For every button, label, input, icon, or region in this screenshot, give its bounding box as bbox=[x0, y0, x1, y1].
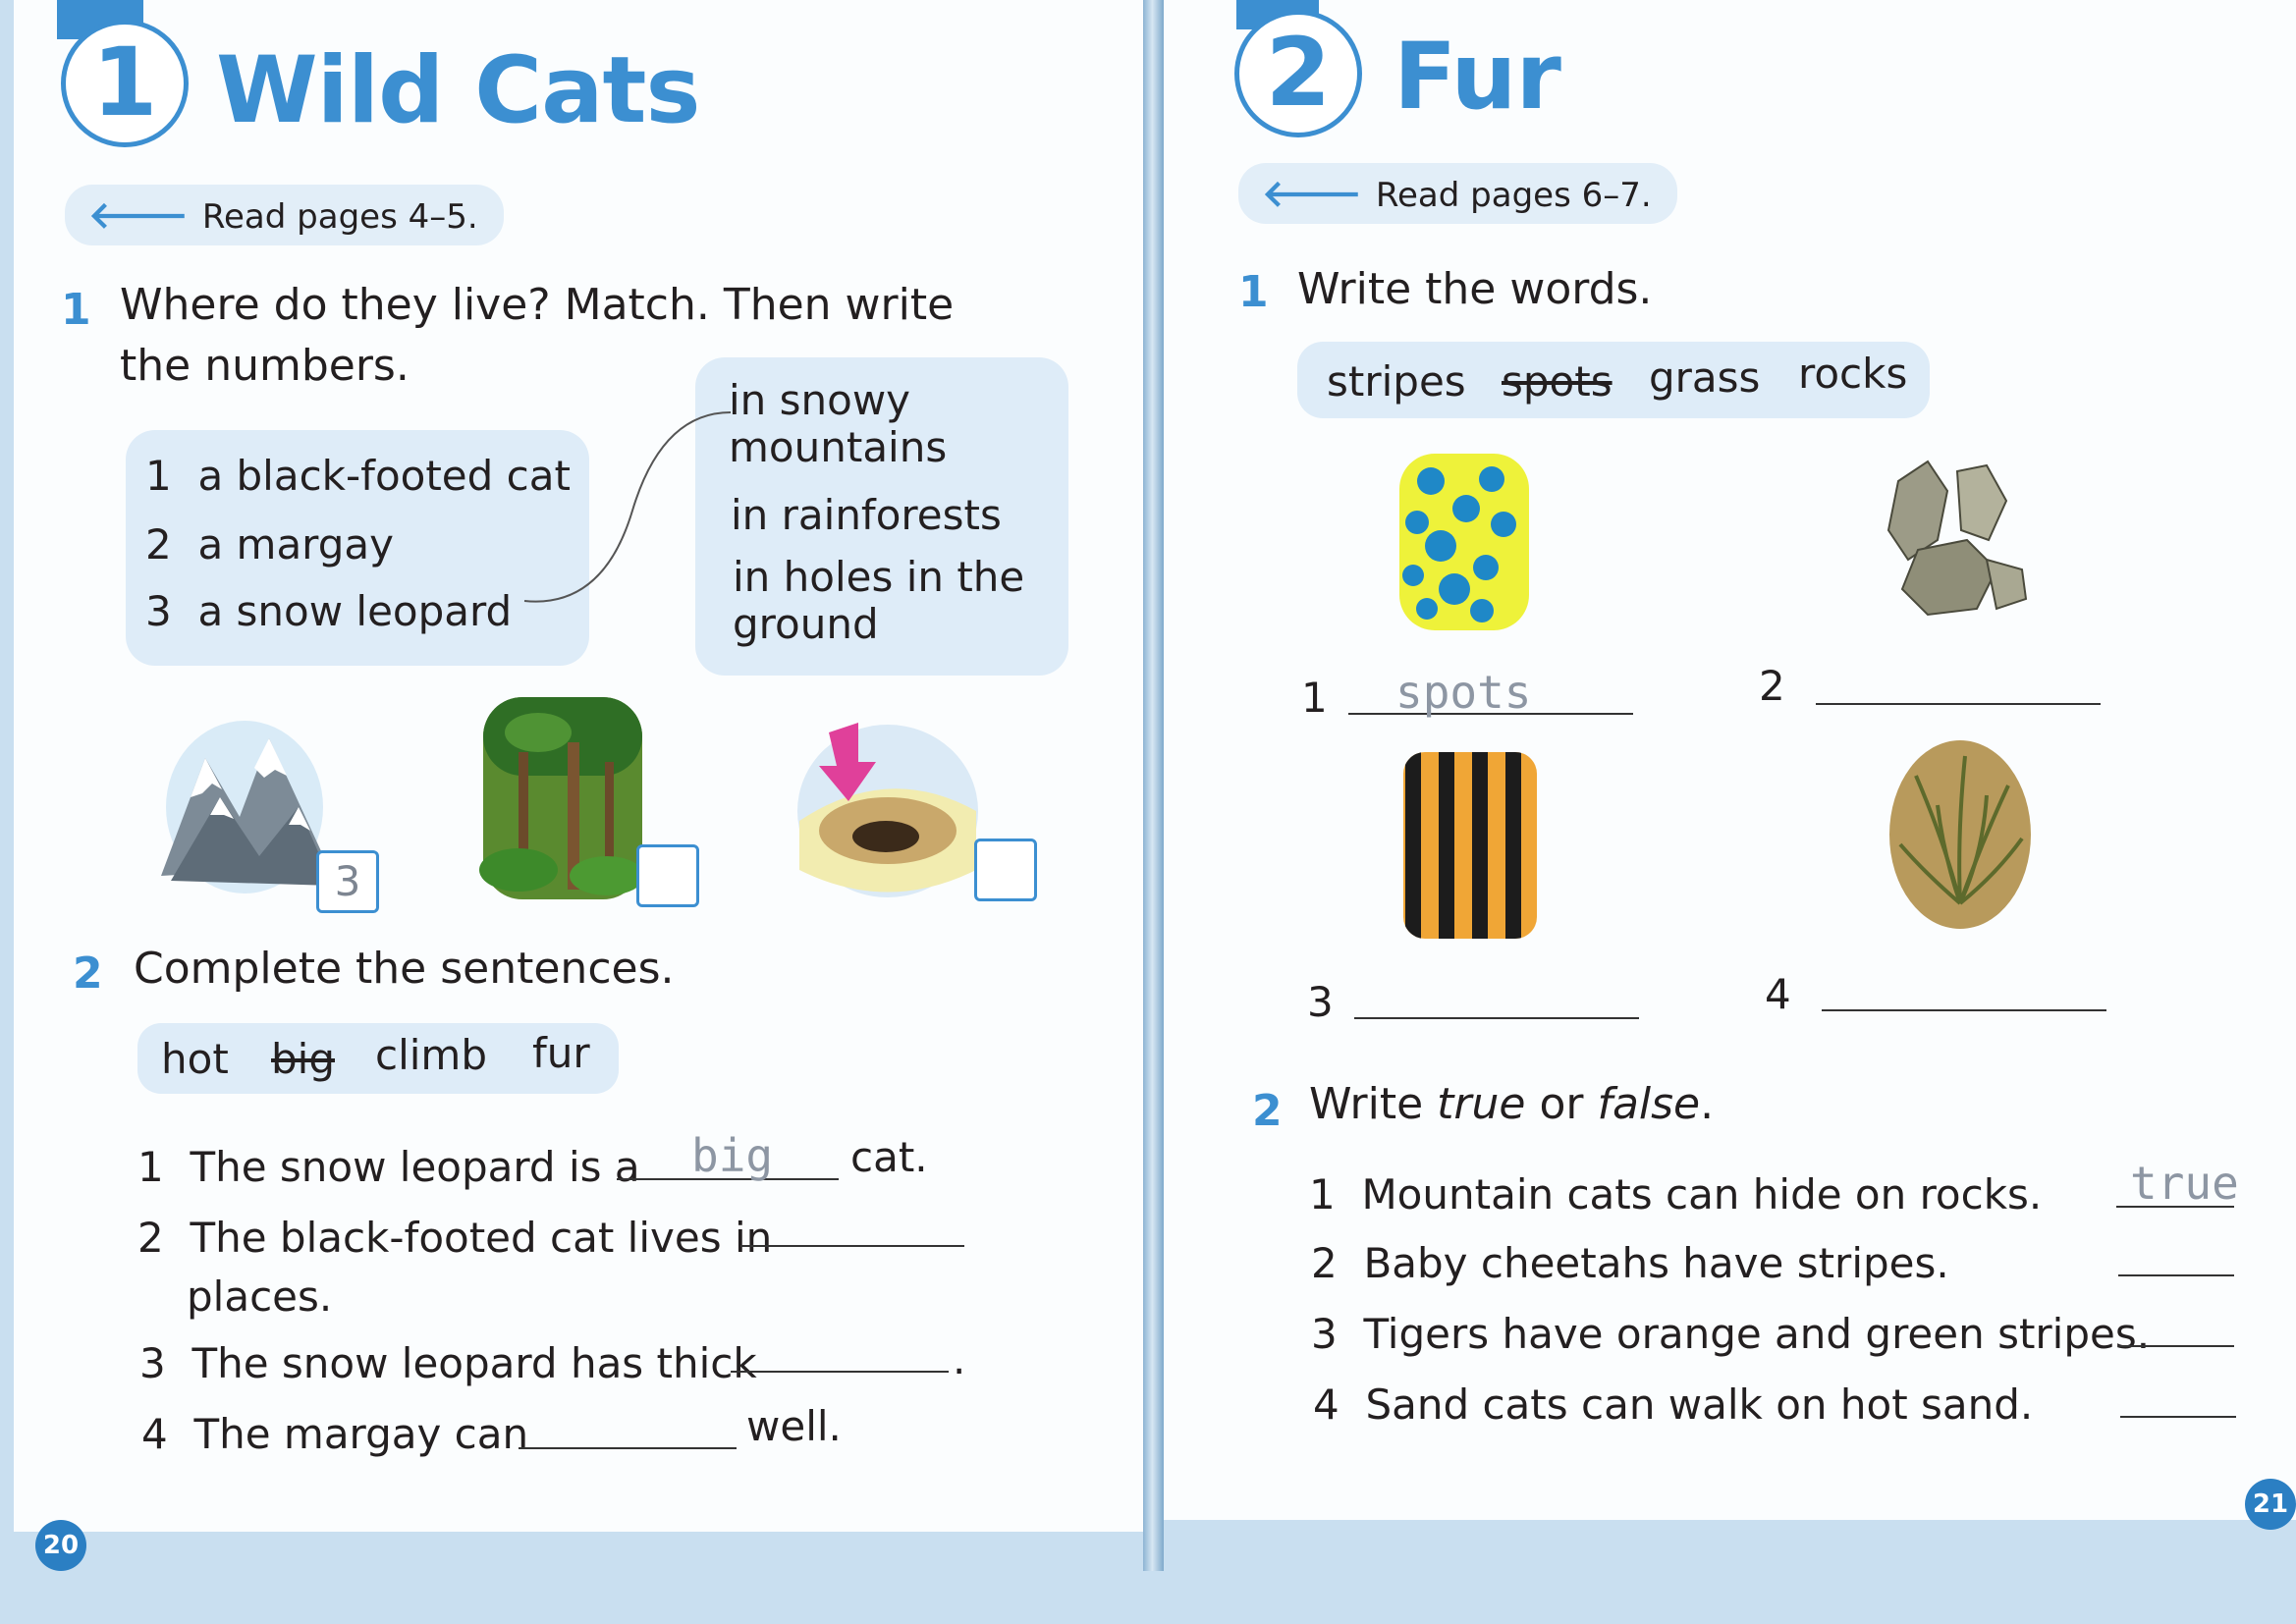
read-pages-text-right: Read pages 6–7. bbox=[1375, 176, 1652, 215]
statement-3: 3 Tigers have orange and green stripes. bbox=[1311, 1310, 2151, 1358]
statement-2: 2 Baby cheetahs have stripes. bbox=[1311, 1239, 1949, 1287]
right-page: 2 Fur 🡐 Read pages 6–7. 1 Write the words… bbox=[1164, 0, 2296, 1530]
unit-number-right: 2 bbox=[1265, 18, 1332, 128]
sentence-4-blank[interactable] bbox=[519, 1447, 737, 1449]
item-2-blank[interactable] bbox=[1816, 703, 2101, 705]
answer-box-mountains[interactable]: 3 bbox=[316, 850, 379, 913]
word-fur: fur bbox=[532, 1029, 590, 1077]
grass-picture bbox=[1889, 740, 2031, 929]
exercise-2-instruction: Complete the sentences. bbox=[134, 944, 675, 994]
sentence-1-answer: big bbox=[691, 1129, 774, 1182]
exercise-2-number: 2 bbox=[73, 948, 103, 999]
item-4-number: 4 bbox=[1765, 970, 1791, 1018]
rocks-picture bbox=[1886, 460, 2028, 617]
match-line bbox=[523, 411, 732, 603]
answer-box-rainforests[interactable] bbox=[636, 844, 699, 907]
item-4-blank[interactable] bbox=[1822, 1009, 2106, 1011]
sentence-1: 1 The snow leopard is a bbox=[137, 1143, 640, 1191]
word-big: big bbox=[271, 1035, 335, 1083]
exercise-2-instruction-right: Write true or false. bbox=[1309, 1079, 1715, 1129]
sentence-2: 2 The black-footed cat lives in bbox=[137, 1214, 773, 1262]
item-2-number: 2 bbox=[1759, 662, 1785, 710]
statement-1-answer: true bbox=[2130, 1157, 2239, 1210]
exercise-1-instruction-right: Write the words. bbox=[1297, 264, 1653, 314]
word-grass: grass bbox=[1649, 353, 1761, 402]
page-number-right: 21 bbox=[2245, 1479, 2296, 1530]
item-3-number: 3 bbox=[1307, 978, 1334, 1026]
exercise-1-number-right: 1 bbox=[1238, 267, 1269, 317]
statement-1: 1 Mountain cats can hide on rocks. bbox=[1309, 1170, 2043, 1218]
statement-4: 4 Sand cats can walk on hot sand. bbox=[1313, 1380, 2034, 1429]
read-pages-pill-right: 🡐 Read pages 6–7. bbox=[1238, 163, 1677, 224]
sentence-3-blank[interactable] bbox=[731, 1371, 949, 1373]
unit-title-right: Fur bbox=[1394, 24, 1561, 131]
book-spine bbox=[1143, 0, 1164, 1571]
item-1-answer: spots bbox=[1395, 666, 1532, 719]
item-3-blank[interactable] bbox=[1354, 1017, 1639, 1019]
left-page: 1 Wild Cats 🡐 Read pages 4–5. 1 Where do … bbox=[14, 0, 1143, 1571]
answer-box-holes[interactable] bbox=[974, 839, 1037, 901]
item-1-number: 1 bbox=[1301, 674, 1328, 722]
rainforest-picture bbox=[479, 697, 644, 899]
word-hot: hot bbox=[161, 1035, 229, 1083]
sentence-3: 3 The snow leopard has thick bbox=[139, 1339, 757, 1387]
stripes-picture bbox=[1403, 752, 1537, 939]
arrow-left-icon: 🡐 bbox=[1262, 172, 1362, 215]
mountain-picture bbox=[161, 721, 333, 893]
word-rocks: rocks bbox=[1798, 350, 1908, 398]
statement-2-blank[interactable] bbox=[2118, 1274, 2234, 1276]
sentence-3-end: . bbox=[953, 1335, 966, 1383]
statement-3-blank[interactable] bbox=[2118, 1345, 2234, 1347]
exercise-2-number-right: 2 bbox=[1252, 1086, 1283, 1136]
spots-picture bbox=[1399, 454, 1529, 630]
unit-number-badge-right: 2 bbox=[1234, 10, 1362, 137]
sentence-2-line2: places. bbox=[187, 1272, 333, 1321]
hole-picture bbox=[797, 723, 978, 897]
word-spots: spots bbox=[1502, 357, 1613, 406]
sentence-1-end: cat. bbox=[850, 1133, 928, 1181]
word-stripes: stripes bbox=[1327, 357, 1466, 406]
statement-4-blank[interactable] bbox=[2120, 1416, 2236, 1418]
page-number-left: 20 bbox=[35, 1520, 86, 1571]
sentence-2-blank[interactable] bbox=[740, 1245, 964, 1247]
sentence-4: 4 The margay can bbox=[141, 1410, 529, 1458]
sentence-4-end: well. bbox=[746, 1402, 842, 1450]
word-climb: climb bbox=[375, 1031, 488, 1079]
